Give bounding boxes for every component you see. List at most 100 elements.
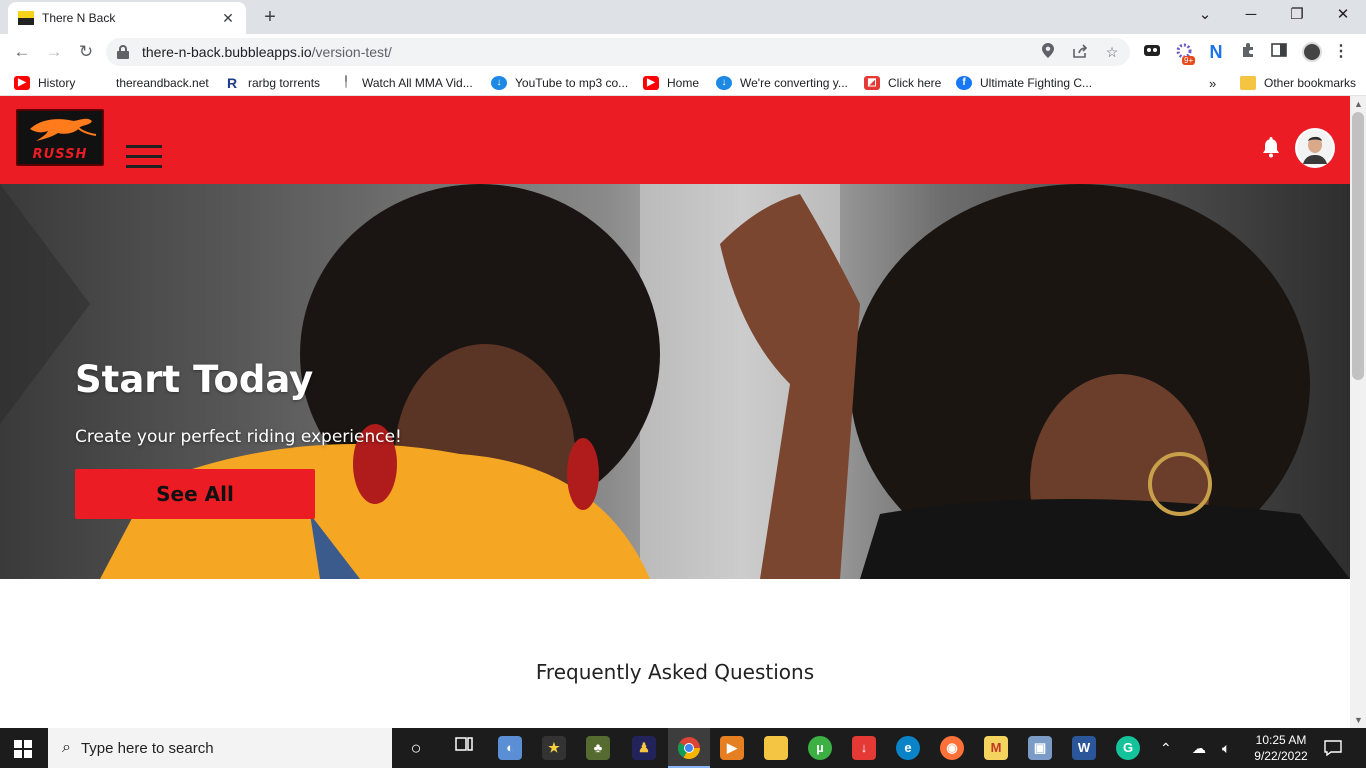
browser-tab-strip: There N Back ✕ + ⌄ ─ ❐ ✕ — [0, 0, 1366, 34]
bookmark-item[interactable]: ↓ YouTube to mp3 co... — [491, 76, 628, 90]
bookmark-item[interactable]: ↓ We're converting y... — [716, 76, 848, 90]
cheetah-icon — [30, 118, 97, 141]
hero-banner: Start Today Create your perfect riding e… — [0, 184, 1350, 579]
volume-icon[interactable]: 🔈︎ — [1222, 740, 1230, 757]
floppy-icon[interactable]: ▣ — [1028, 736, 1052, 760]
browser-tab[interactable]: There N Back ✕ — [8, 2, 246, 34]
bookmark-item[interactable]: R rarbg torrents — [224, 76, 320, 90]
app-m-icon[interactable]: M — [984, 736, 1008, 760]
bookmark-label: Watch All MMA Vid... — [362, 76, 473, 90]
folder-icon — [1240, 76, 1256, 90]
taskbar-clock[interactable]: 10:25 AM 9/22/2022 — [1248, 732, 1314, 764]
chrome-menu-icon[interactable]: ⋮ — [1332, 43, 1350, 61]
lock-icon[interactable] — [116, 45, 130, 59]
file-explorer-icon[interactable] — [764, 736, 788, 760]
edge-icon[interactable]: e — [896, 736, 920, 760]
app-header: RUSSH — [0, 96, 1350, 184]
mma-icon: ╿ — [342, 77, 350, 88]
reload-button[interactable]: ↻ — [74, 40, 98, 64]
bookmark-label: We're converting y... — [740, 76, 848, 90]
other-bookmarks[interactable]: Other bookmarks — [1240, 76, 1356, 90]
bookmarks-bar: ▶ History thereandback.net R rarbg torre… — [0, 70, 1366, 96]
notifications-icon[interactable] — [1324, 740, 1342, 761]
scroll-up-icon[interactable]: ▲ — [1354, 99, 1363, 109]
back-button[interactable]: ← — [10, 40, 34, 64]
bookmark-item[interactable]: ▶ Home — [643, 76, 699, 90]
download-icon: ↓ — [716, 76, 732, 90]
youtube-icon: ▶ — [14, 76, 30, 90]
bookmark-item[interactable]: f Ultimate Fighting C... — [956, 76, 1092, 90]
tab-search-button[interactable]: ⌄ — [1182, 4, 1228, 28]
forward-button[interactable]: → — [42, 40, 66, 64]
bookmark-item[interactable]: thereandback.net — [116, 76, 209, 90]
bookmark-label: Home — [667, 76, 700, 90]
bookmark-item[interactable]: ▶ History — [14, 76, 75, 90]
close-window-button[interactable]: ✕ — [1320, 4, 1366, 28]
r-icon: R — [226, 75, 238, 91]
app-icon[interactable]: ♟ — [632, 736, 656, 760]
hero-title: Start Today — [75, 358, 314, 401]
tab-close-icon[interactable]: ✕ — [220, 10, 236, 27]
bookmark-item[interactable]: ╿ Watch All MMA Vid... — [338, 76, 473, 90]
task-view-icon[interactable] — [452, 736, 476, 760]
bookmark-label: History — [38, 76, 76, 90]
bookmarks-overflow-button[interactable]: » — [1209, 76, 1216, 91]
download-manager-icon[interactable]: ↓ — [852, 736, 876, 760]
word-icon[interactable]: W — [1072, 736, 1096, 760]
hero-subtitle: Create your perfect riding experience! — [75, 427, 402, 447]
extensions-puzzle-icon[interactable] — [1239, 43, 1257, 61]
side-panel-icon[interactable] — [1270, 43, 1288, 61]
download-icon: ↓ — [491, 76, 507, 90]
show-hidden-icons[interactable]: ⌃ — [1160, 740, 1172, 757]
app-icon[interactable]: ♣ — [586, 736, 610, 760]
media-player-icon[interactable]: ▶ — [720, 736, 744, 760]
url-host: there-n-back.bubbleapps.io — [142, 44, 312, 60]
windows-start-icon[interactable] — [14, 740, 32, 758]
chrome-icon[interactable] — [677, 736, 701, 760]
bookmark-label: rarbg torrents — [248, 76, 321, 90]
faq-heading: Frequently Asked Questions — [535, 660, 815, 684]
grammarly-icon[interactable]: G — [1116, 736, 1140, 760]
notion-extension-icon[interactable]: N — [1207, 43, 1225, 61]
bookmark-label: YouTube to mp3 co... — [515, 76, 629, 90]
restore-button[interactable]: ❐ — [1274, 4, 1320, 28]
bookmark-label: Ultimate Fighting C... — [980, 76, 1093, 90]
url-path: /version-test/ — [311, 44, 392, 60]
scroll-down-icon[interactable]: ▼ — [1354, 715, 1363, 725]
firefox-icon[interactable]: ◉ — [940, 736, 964, 760]
scroll-thumb[interactable] — [1352, 112, 1364, 380]
hamburger-menu-icon[interactable] — [126, 145, 162, 175]
windows-taskbar: ⌕ Type here to search ○ ◐ ★ ♣ ♟ ▶ µ ↓ e … — [0, 728, 1366, 768]
user-avatar[interactable] — [1295, 128, 1335, 168]
minimize-button[interactable]: ─ — [1228, 4, 1274, 28]
utorrent-icon[interactable]: µ — [808, 736, 832, 760]
bookmark-item[interactable]: ◩ Click here — [864, 76, 941, 90]
star-icon[interactable]: ☆ — [1104, 44, 1120, 61]
notification-bell-icon[interactable] — [1261, 136, 1281, 158]
taskbar-search-placeholder: Type here to search — [80, 739, 214, 757]
address-bar[interactable]: there-n-back.bubbleapps.io/version-test/… — [106, 38, 1130, 66]
new-tab-button[interactable]: + — [258, 6, 282, 29]
browser-profile-avatar[interactable] — [1302, 42, 1322, 62]
bookmark-label: Click here — [888, 76, 942, 90]
see-all-button[interactable]: See All — [75, 469, 315, 519]
cortana-icon[interactable]: ○ — [404, 736, 428, 760]
onedrive-icon[interactable]: ☁ — [1192, 740, 1206, 757]
pdf-icon: ◩ — [864, 76, 880, 90]
other-bookmarks-label: Other bookmarks — [1264, 76, 1357, 90]
location-icon[interactable] — [1040, 43, 1056, 61]
clock-time: 10:25 AM — [1255, 733, 1307, 747]
paint-icon[interactable]: ◐ — [498, 736, 522, 760]
russh-logo[interactable]: RUSSH — [16, 109, 104, 166]
taskbar-search-input[interactable]: ⌕ Type here to search — [48, 728, 392, 768]
bookmark-label: thereandback.net — [116, 76, 209, 90]
movie-maker-icon[interactable]: ★ — [542, 736, 566, 760]
browser-toolbar: ← → ↻ there-n-back.bubbleapps.io/version… — [0, 34, 1366, 70]
share-icon[interactable] — [1072, 43, 1088, 61]
youtube-icon: ▶ — [643, 76, 659, 90]
extension-badge: 9+ — [1182, 56, 1196, 65]
page-scrollbar[interactable]: ▲ ▼ — [1350, 96, 1366, 728]
clock-date: 9/22/2022 — [1254, 749, 1308, 763]
logo-text: RUSSH — [32, 147, 88, 162]
extension-icon[interactable] — [1143, 43, 1161, 61]
